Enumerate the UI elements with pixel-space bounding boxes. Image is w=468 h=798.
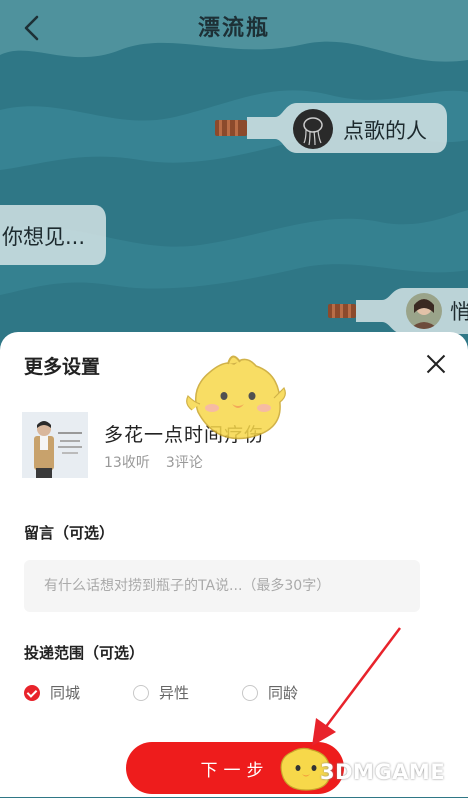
drift-bottle[interactable]: 点歌的人: [213, 97, 449, 159]
bottle-label: 悄: [450, 300, 468, 324]
mascot-sticker-icon: [184, 352, 288, 448]
top-bar: 漂流瓶: [0, 0, 468, 56]
user-avatar: [406, 293, 442, 329]
scope-label: 投递范围（可选）: [24, 644, 145, 662]
comment-count: 3评论: [165, 455, 203, 471]
scope-option-label: 异性: [159, 684, 190, 702]
drift-bottle[interactable]: 悄: [326, 284, 468, 336]
bottle-label: 你想见...: [2, 225, 86, 249]
person-photo-icon: [410, 299, 438, 329]
page-title: 漂流瓶: [197, 16, 270, 41]
song-stats: 13收听 3评论: [104, 452, 219, 472]
scope-option-same-city[interactable]: 同城: [24, 682, 80, 703]
listen-count: 13收听: [104, 455, 150, 471]
scope-option-label: 同龄: [268, 684, 299, 702]
album-cover: [22, 412, 88, 478]
radio-unchecked-icon: [242, 684, 258, 701]
watermark-logo: 3DMGAME: [320, 760, 446, 784]
message-label: 留言（可选）: [24, 524, 115, 542]
bottle-shape: [328, 288, 468, 334]
message-input[interactable]: [24, 560, 420, 612]
radio-checked-icon: [24, 684, 40, 701]
user-avatar: [293, 109, 333, 149]
annotation-arrow-icon: [312, 627, 401, 746]
ocean-background: 点歌的人 你想见... 悄: [0, 0, 468, 380]
drift-bottle[interactable]: 你想见...: [0, 203, 108, 267]
close-icon[interactable]: [426, 354, 446, 374]
sheet-title: 更多设置: [24, 356, 101, 378]
jellyfish-icon: [303, 117, 323, 146]
bottle-label: 点歌的人: [343, 119, 427, 143]
album-cover-art: [22, 412, 88, 478]
scope-option-opposite-sex[interactable]: 异性: [133, 682, 189, 703]
radio-unchecked-icon: [133, 684, 149, 701]
scope-option-same-age[interactable]: 同龄: [242, 682, 298, 703]
scope-option-label: 同城: [50, 684, 81, 702]
